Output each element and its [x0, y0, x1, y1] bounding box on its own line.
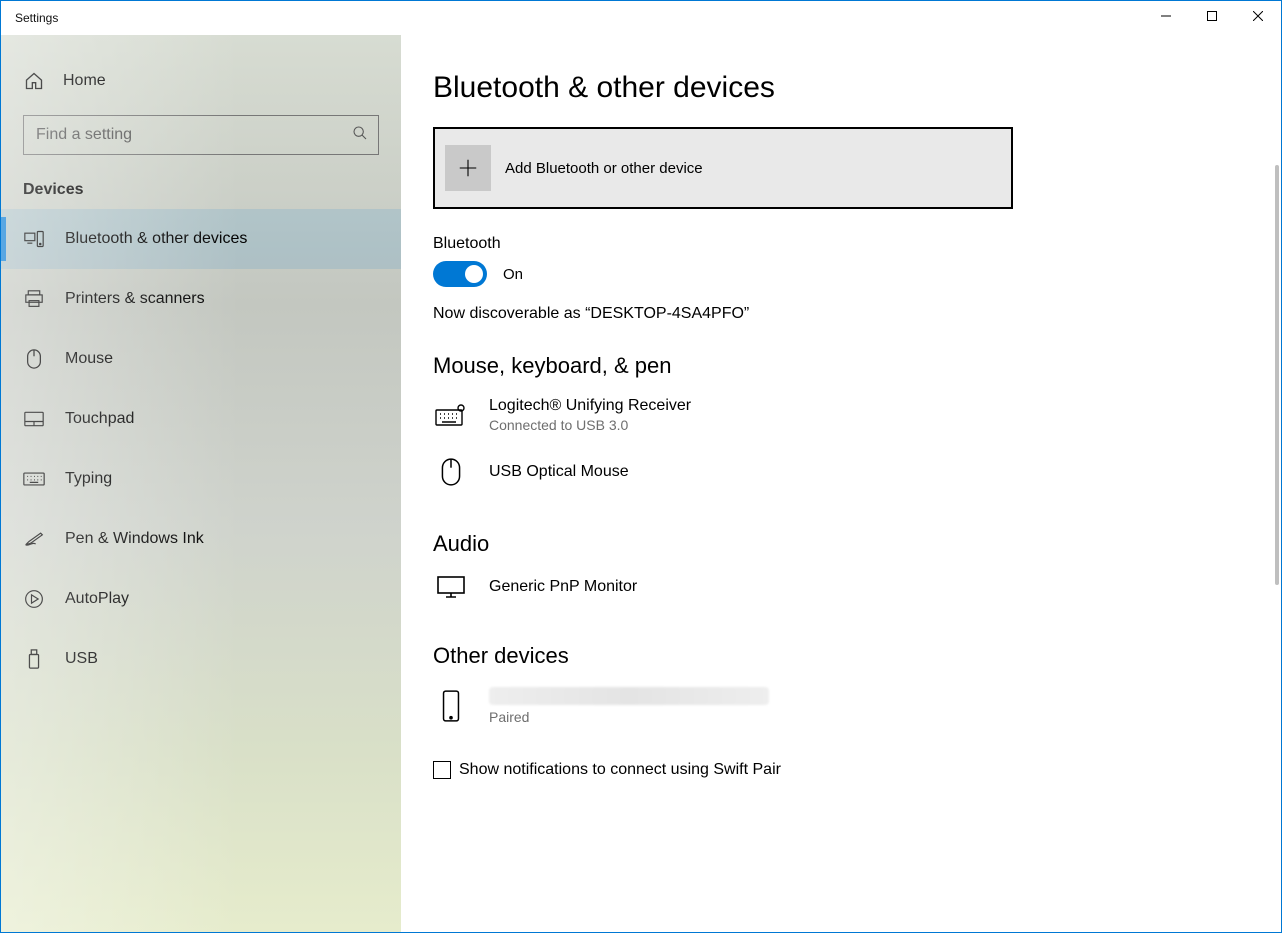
mouse-device-icon: [433, 457, 469, 487]
bluetooth-toggle[interactable]: [433, 261, 487, 287]
sidebar-item-label: AutoPlay: [65, 590, 129, 608]
bluetooth-label: Bluetooth: [433, 235, 1281, 253]
window-controls: [1143, 1, 1281, 31]
devices-icon: [23, 230, 45, 248]
device-row[interactable]: Logitech® Unifying Receiver Connected to…: [433, 391, 1281, 451]
plus-icon: [445, 145, 491, 191]
swift-pair-row[interactable]: Show notifications to connect using Swif…: [433, 761, 1281, 779]
add-device-button[interactable]: Add Bluetooth or other device: [433, 127, 1013, 209]
window-title: Settings: [1, 11, 58, 25]
touchpad-icon: [23, 411, 45, 427]
content-pane: Bluetooth & other devices Add Bluetooth …: [401, 35, 1281, 932]
sidebar: Home Devices Bluetooth & other devices P…: [1, 35, 401, 932]
device-name: Logitech® Unifying Receiver: [489, 397, 691, 415]
sidebar-item-label: Bluetooth & other devices: [65, 230, 247, 248]
swift-pair-checkbox[interactable]: [433, 761, 451, 779]
sidebar-item-label: Mouse: [65, 350, 113, 368]
device-row[interactable]: Paired: [433, 681, 1281, 743]
device-status: Paired: [489, 709, 769, 725]
monitor-icon: [433, 575, 469, 599]
sidebar-item-bluetooth[interactable]: Bluetooth & other devices: [1, 209, 401, 269]
device-status: Connected to USB 3.0: [489, 417, 691, 433]
sidebar-item-touchpad[interactable]: Touchpad: [1, 389, 401, 449]
group-other: Other devices: [433, 643, 1281, 669]
printer-icon: [23, 290, 45, 308]
search-icon: [352, 125, 368, 145]
add-device-label: Add Bluetooth or other device: [505, 160, 703, 177]
minimize-button[interactable]: [1143, 1, 1189, 31]
sidebar-item-label: USB: [65, 650, 98, 668]
autoplay-icon: [23, 589, 45, 609]
home-icon: [23, 71, 45, 91]
page-title: Bluetooth & other devices: [433, 71, 1281, 105]
sidebar-home-label: Home: [63, 72, 106, 90]
sidebar-item-label: Pen & Windows Ink: [65, 530, 204, 548]
sidebar-item-label: Touchpad: [65, 410, 134, 428]
sidebar-item-autoplay[interactable]: AutoPlay: [1, 569, 401, 629]
titlebar: Settings: [1, 1, 1281, 35]
device-name: Generic PnP Monitor: [489, 578, 637, 596]
sidebar-item-mouse[interactable]: Mouse: [1, 329, 401, 389]
device-name-redacted: [489, 687, 769, 705]
discoverable-text: Now discoverable as “DESKTOP-4SA4PFO”: [433, 305, 1281, 323]
search-input[interactable]: [34, 125, 352, 145]
sidebar-item-usb[interactable]: USB: [1, 629, 401, 689]
sidebar-home[interactable]: Home: [1, 65, 401, 107]
group-mouse-kbd-pen: Mouse, keyboard, & pen: [433, 353, 1281, 379]
device-row[interactable]: USB Optical Mouse: [433, 451, 1281, 505]
sidebar-item-printers[interactable]: Printers & scanners: [1, 269, 401, 329]
keyboard-receiver-icon: [433, 404, 469, 426]
maximize-button[interactable]: [1189, 1, 1235, 31]
device-name: USB Optical Mouse: [489, 463, 629, 481]
sidebar-section-label: Devices: [1, 173, 401, 209]
sidebar-item-typing[interactable]: Typing: [1, 449, 401, 509]
scrollbar[interactable]: [1275, 165, 1279, 585]
sidebar-item-pen[interactable]: Pen & Windows Ink: [1, 509, 401, 569]
sidebar-item-label: Printers & scanners: [65, 290, 205, 308]
swift-pair-label: Show notifications to connect using Swif…: [459, 761, 781, 779]
usb-icon: [23, 649, 45, 669]
device-row[interactable]: Generic PnP Monitor: [433, 569, 1281, 617]
bluetooth-toggle-state: On: [503, 266, 523, 283]
close-button[interactable]: [1235, 1, 1281, 31]
search-box[interactable]: [23, 115, 379, 155]
mouse-icon: [23, 349, 45, 369]
sidebar-item-label: Typing: [65, 470, 112, 488]
pen-icon: [23, 531, 45, 547]
group-audio: Audio: [433, 531, 1281, 557]
phone-icon: [433, 690, 469, 722]
keyboard-icon: [23, 472, 45, 486]
